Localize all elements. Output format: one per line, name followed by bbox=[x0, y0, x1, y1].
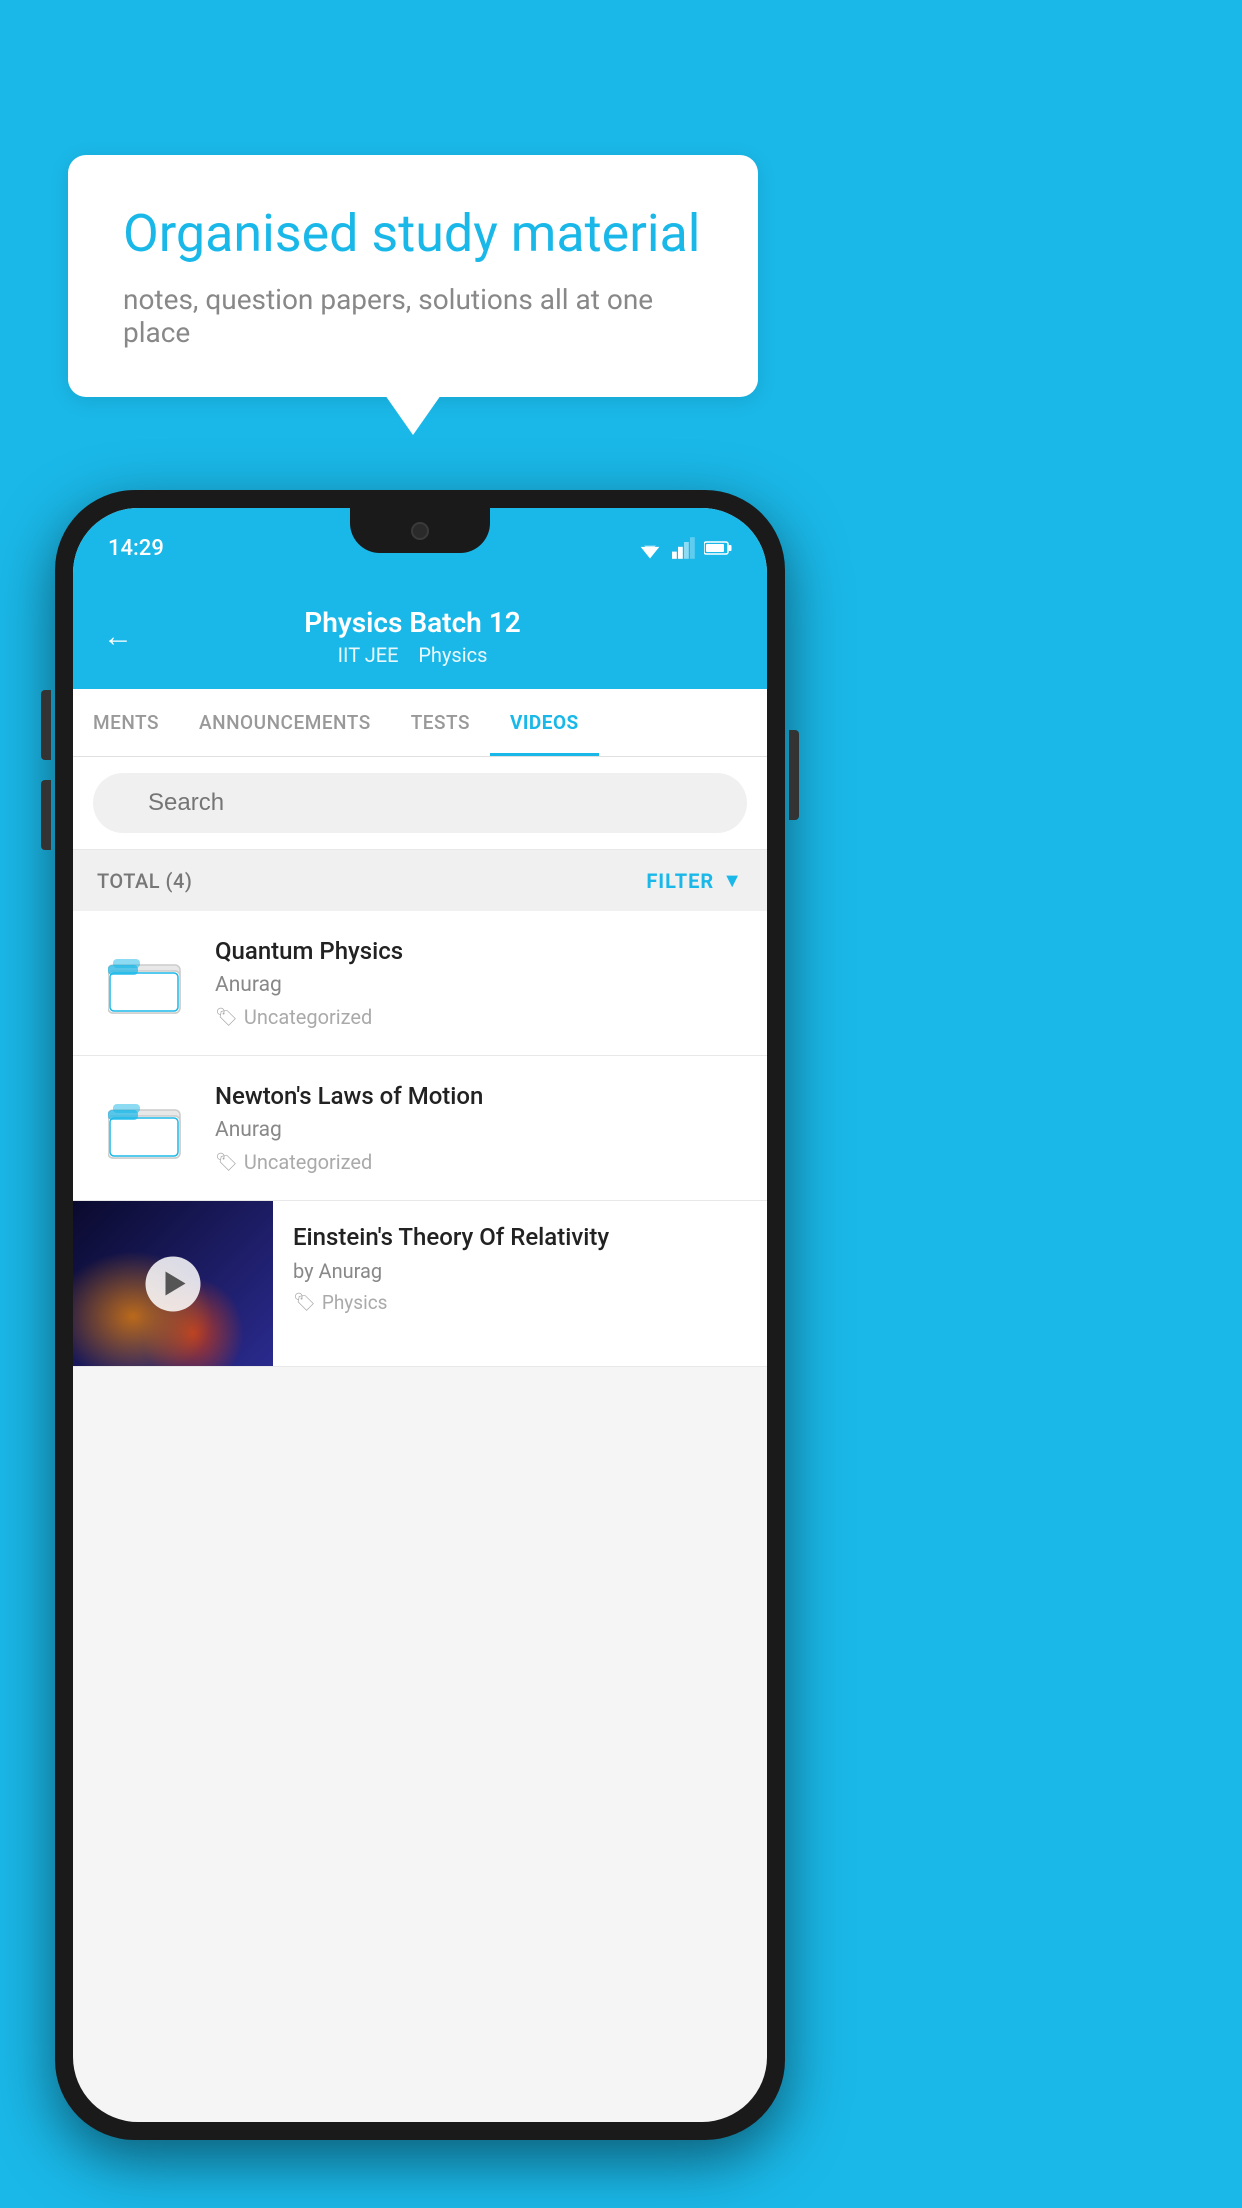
tab-ments[interactable]: MENTS bbox=[73, 689, 179, 756]
video-tag: 🏷 Uncategorized bbox=[215, 1150, 745, 1174]
folder-icon bbox=[108, 1096, 183, 1161]
bubble-title: Organised study material bbox=[123, 203, 703, 265]
phone-outer: 14:29 bbox=[55, 490, 785, 2140]
header-text: Physics Batch 12 IIT JEE Physics bbox=[153, 606, 672, 667]
list-item[interactable]: Newton's Laws of Motion Anurag 🏷 Uncateg… bbox=[73, 1056, 767, 1201]
front-camera bbox=[411, 522, 429, 540]
tab-videos[interactable]: VIDEOS bbox=[490, 689, 599, 756]
folder-icon bbox=[108, 951, 183, 1016]
status-icons bbox=[636, 537, 732, 559]
power-button bbox=[789, 730, 799, 820]
folder-thumb bbox=[95, 1096, 195, 1161]
list-item[interactable]: Einstein's Theory Of Relativity by Anura… bbox=[73, 1201, 767, 1367]
header-title: Physics Batch 12 bbox=[153, 606, 672, 639]
volume-down-button bbox=[41, 780, 51, 850]
total-count: TOTAL (4) bbox=[97, 869, 192, 893]
notch-cutout bbox=[350, 508, 490, 553]
header-subtitle-physics: Physics bbox=[418, 643, 487, 667]
tag-icon: 🏷 bbox=[293, 1292, 316, 1313]
tab-tests[interactable]: TESTS bbox=[391, 689, 490, 756]
search-input[interactable] bbox=[93, 773, 747, 833]
signal-icon bbox=[672, 537, 696, 559]
search-container: 🔍 bbox=[73, 757, 767, 850]
tag-label: Physics bbox=[322, 1291, 388, 1314]
video-title: Einstein's Theory Of Relativity bbox=[293, 1223, 745, 1251]
wifi-icon bbox=[636, 537, 664, 559]
search-wrapper: 🔍 bbox=[93, 773, 747, 833]
play-button[interactable] bbox=[146, 1256, 201, 1311]
back-button[interactable]: ← bbox=[103, 619, 133, 654]
tag-icon: 🏷 bbox=[215, 1007, 238, 1028]
video-author: Anurag bbox=[215, 1118, 745, 1142]
video-author: Anurag bbox=[215, 973, 745, 997]
speech-bubble: Organised study material notes, question… bbox=[68, 155, 758, 397]
filter-funnel-icon: ▼ bbox=[722, 868, 743, 893]
phone-screen: 14:29 bbox=[73, 508, 767, 2122]
app-header: ← Physics Batch 12 IIT JEE Physics bbox=[73, 588, 767, 689]
tabs-container: MENTS ANNOUNCEMENTS TESTS VIDEOS bbox=[73, 689, 767, 757]
bubble-subtitle: notes, question papers, solutions all at… bbox=[123, 283, 703, 349]
filter-bar: TOTAL (4) FILTER ▼ bbox=[73, 850, 767, 911]
filter-button[interactable]: FILTER ▼ bbox=[646, 868, 743, 893]
status-time: 14:29 bbox=[108, 536, 164, 561]
video-info: Einstein's Theory Of Relativity by Anura… bbox=[293, 1201, 745, 1336]
video-tag: 🏷 Physics bbox=[293, 1291, 745, 1314]
video-thumbnail bbox=[73, 1201, 273, 1366]
tag-icon: 🏷 bbox=[215, 1152, 238, 1173]
header-subtitle: IIT JEE Physics bbox=[153, 643, 672, 667]
tag-label: Uncategorized bbox=[244, 1150, 372, 1174]
phone-wrapper: 14:29 bbox=[55, 490, 785, 2140]
video-info: Newton's Laws of Motion Anurag 🏷 Uncateg… bbox=[215, 1082, 745, 1174]
video-list: Quantum Physics Anurag 🏷 Uncategorized bbox=[73, 911, 767, 1367]
tag-label: Uncategorized bbox=[244, 1005, 372, 1029]
list-item[interactable]: Quantum Physics Anurag 🏷 Uncategorized bbox=[73, 911, 767, 1056]
header-subtitle-iitjee: IIT JEE bbox=[338, 643, 399, 667]
speech-bubble-container: Organised study material notes, question… bbox=[68, 155, 758, 397]
volume-up-button bbox=[41, 690, 51, 760]
status-bar: 14:29 bbox=[73, 508, 767, 588]
battery-icon bbox=[704, 538, 732, 558]
tab-announcements[interactable]: ANNOUNCEMENTS bbox=[179, 689, 391, 756]
play-icon bbox=[165, 1272, 185, 1296]
video-tag: 🏷 Uncategorized bbox=[215, 1005, 745, 1029]
video-info: Quantum Physics Anurag 🏷 Uncategorized bbox=[215, 937, 745, 1029]
folder-thumb bbox=[95, 951, 195, 1016]
filter-label: FILTER bbox=[646, 869, 714, 893]
video-title: Newton's Laws of Motion bbox=[215, 1082, 745, 1110]
video-title: Quantum Physics bbox=[215, 937, 745, 965]
video-author: by Anurag bbox=[293, 1259, 745, 1283]
